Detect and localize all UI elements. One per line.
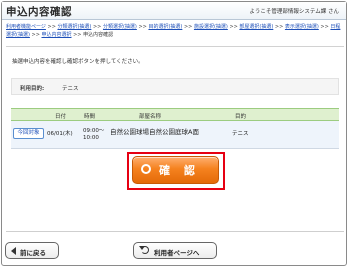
table-row: 今回対象 06/01(木) 09:00～ 10:00 自然公園球場自然公園庭球A…: [11, 121, 339, 149]
breadcrumb-separator: >>: [73, 32, 82, 38]
breadcrumb-item-display[interactable]: 表示選択(抽選): [285, 24, 319, 30]
header-bar: 申込内容確認 ようこそ管理部情報システム課 さん: [2, 2, 346, 20]
table-header: 日付 時間 部屋名称 目的: [11, 108, 339, 121]
breadcrumb-separator: >>: [47, 24, 56, 30]
purpose-box: 利用目的: テニス: [11, 78, 339, 95]
back-button-label: 前に戻る: [20, 249, 46, 257]
cell-room: 自然公園球場自然公園庭球A面: [110, 128, 199, 136]
breadcrumb-separator: >>: [92, 24, 102, 30]
breadcrumb-separator: >>: [183, 24, 193, 30]
purpose-value: テニス: [62, 86, 79, 92]
breadcrumb-separator: >>: [138, 24, 147, 30]
column-header-room: 部屋名称: [139, 114, 162, 120]
circle-icon: [141, 164, 151, 174]
column-header-time: 時間: [84, 114, 96, 120]
current-target-badge: 今回対象: [13, 128, 44, 139]
breadcrumb-separator: >>: [320, 24, 329, 30]
user-page-button[interactable]: 利用者ページへ: [133, 242, 217, 259]
confirm-button-label: 確 認: [159, 164, 200, 177]
breadcrumb-item-room[interactable]: 部屋選択(抽選): [239, 24, 273, 30]
column-header-purpose: 目的: [235, 114, 247, 120]
breadcrumb-separator: >>: [31, 32, 40, 38]
instruction-text: 抽選申込内容を確認し確認ボタンを押してください。: [12, 59, 144, 65]
window-frame: 申込内容確認 ようこそ管理部情報システム課 さん 利用者機能ページ >> 分類選…: [1, 1, 347, 266]
page-title: 申込内容確認: [6, 6, 72, 18]
footer-divider: [6, 231, 344, 232]
confirm-button[interactable]: 確 認: [132, 156, 219, 184]
back-arrow-icon: [11, 247, 16, 255]
breadcrumb-item-purpose[interactable]: 目的選択(抽選): [148, 24, 182, 30]
back-button[interactable]: 前に戻る: [5, 242, 59, 259]
breadcrumb-separator: >>: [274, 24, 284, 30]
user-page-button-label: 利用者ページへ: [154, 249, 200, 257]
breadcrumb-item-application[interactable]: 申込内容選択: [41, 32, 71, 38]
cell-time: 09:00～ 10:00: [83, 128, 105, 141]
breadcrumb: 利用者機能ページ >> 分類選択(抽選) >> 分類選択(抽選) >> 目的選択…: [6, 23, 344, 39]
cell-purpose: テニス: [232, 131, 249, 137]
return-icon: [139, 246, 149, 254]
column-header-date: 日付: [55, 114, 67, 120]
breadcrumb-item-category-1[interactable]: 分類選択(抽選): [57, 24, 91, 30]
purpose-label: 利用目的:: [20, 86, 45, 92]
divider: [6, 46, 344, 47]
breadcrumb-item-facility[interactable]: 施設選択(抽選): [194, 24, 228, 30]
welcome-text: ようこそ管理部情報システム課 さん: [249, 9, 339, 15]
breadcrumb-current: 申込内容確認: [83, 32, 114, 38]
breadcrumb-item-category-2[interactable]: 分類選択(抽選): [103, 24, 137, 30]
breadcrumb-item-user-page[interactable]: 利用者機能ページ: [6, 24, 46, 30]
breadcrumb-separator: >>: [229, 24, 238, 30]
cell-date: 06/01(木): [47, 131, 73, 137]
